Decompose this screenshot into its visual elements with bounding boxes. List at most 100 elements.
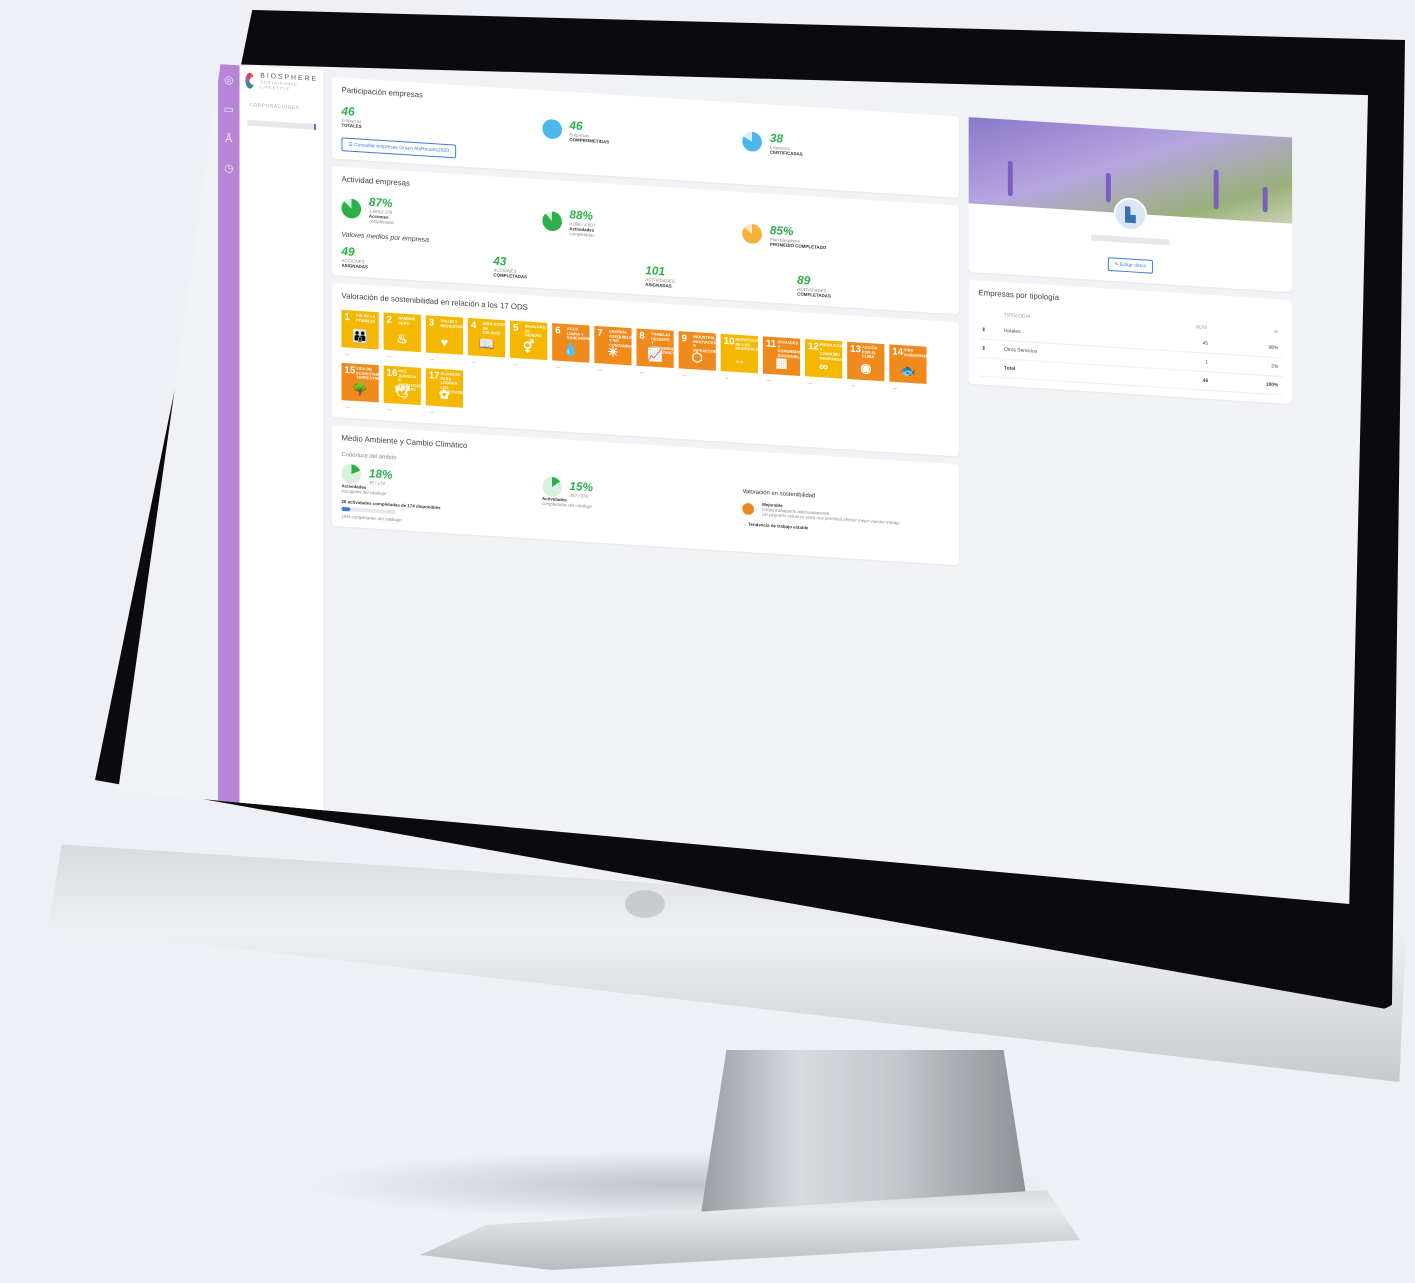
ods-name: ACCIÓN POR EL CLIMA <box>861 344 878 360</box>
ods-tile-2-badge: 2 HAMBRE CERO ♨ <box>383 312 421 353</box>
ods-tile-10[interactable]: 10 REDUCCIÓN DE LAS DESIGUALDADES ⇔ → <box>720 333 770 383</box>
progress-bar-fill <box>341 506 351 512</box>
ods-tile-5-badge: 5 IGUALDAD DE GÉNERO ⚥ <box>510 320 548 361</box>
ods-tile-4-badge: 4 EDUCACIÓN DE CALIDAD 📖 <box>467 317 507 358</box>
clock-icon[interactable]: ◷ <box>223 162 235 174</box>
ods-9-icon: ⬡ <box>691 349 703 365</box>
ods-tile-13[interactable]: 13 ACCIÓN POR EL CLIMA ◉ → <box>847 341 885 391</box>
ods-tile-15-badge: 15 VIDA DE ECOSISTEMAS TERRESTRES 🌳 <box>341 362 385 403</box>
icon-rail: ◎ ▭ Å ◷ ⚙ <box>218 64 240 840</box>
ods-number: 5 <box>512 322 519 334</box>
ods-number: 16 <box>386 367 398 380</box>
ods-6-icon: 💧 <box>562 341 579 358</box>
ods-15-icon: 🌳 <box>352 381 369 397</box>
ods-number: 14 <box>892 346 904 358</box>
kpi-comprometidas: 46 Empresas COMPROMETIDAS <box>541 117 743 153</box>
acciones-pie <box>341 197 362 219</box>
ods-tile-1[interactable]: 1 FIN DE LA POBREZA 👪 → <box>341 309 379 359</box>
ods-tile-16-badge: 16 PAZ, JUSTICIA E INSTITUCIONES SÓLIDAS 🕊 <box>383 365 429 406</box>
ods-name: REDUCCIÓN DE LAS DESIGUALDADES <box>735 336 770 353</box>
tipologia-table: TIPOLOGÍA NÚM. % ▮ Hoteles 45 98% ▮ Otro… <box>978 307 1283 396</box>
ods-number: 3 <box>428 317 435 329</box>
ods-name: VIDA DE ECOSISTEMAS TERRESTRES <box>356 365 385 382</box>
main-column: Participación empresas 46 Empresas TOTAL… <box>331 77 959 573</box>
ods-5-icon: ⚥ <box>522 338 535 355</box>
edit-data-button[interactable]: ✎ Editar datos <box>1107 257 1154 274</box>
ods-1-icon: 👪 <box>352 328 369 344</box>
biosphere-logo-icon <box>245 72 255 89</box>
ods-tile-16[interactable]: 16 PAZ, JUSTICIA E INSTITUCIONES SÓLIDAS 🕊… <box>383 365 429 414</box>
monitor-screen: ◎ ▭ Å ◷ ⚙ BIOSPHERE SUSTAINABLE LIFESTYL… <box>118 64 1368 904</box>
user-icon[interactable]: Å <box>223 133 235 145</box>
ods-number: 15 <box>344 364 356 377</box>
monitor-logo <box>625 890 665 918</box>
ods-2-icon: ♨ <box>396 331 408 347</box>
ods-tile-6-badge: 6 AGUA LIMPIA Y SANEAMIENTO 💧 <box>552 323 596 363</box>
ods-name: AGUA LIMPIA Y SANEAMIENTO <box>566 326 596 342</box>
ods-name: SALUD Y BIENESTAR <box>440 318 463 329</box>
ods-tile-12-badge: 12 PRODUCCIÓN Y CONSUMO RESPONSABLES ∞ <box>805 339 852 379</box>
ods-number: 1 <box>344 312 350 324</box>
ods-tile-2[interactable]: 2 HAMBRE CERO ♨ → <box>383 312 421 362</box>
home-icon[interactable]: ◎ <box>223 74 235 86</box>
cobertura-escogidas: 18% 35 / 174 Actividades escogidas del c… <box>341 463 542 531</box>
ods-name: FIN DE LA POBREZA <box>356 312 376 324</box>
kpi-totales-sub: TOTALES <box>341 122 362 129</box>
ods-number: 2 <box>386 314 393 326</box>
progress-bar <box>341 506 396 515</box>
ods-8-icon: 📈 <box>647 346 664 363</box>
tipologia-card: Empresas por tipología TIPOLOGÍA NÚM. % … <box>968 279 1293 405</box>
nav-section-title: CORPORACIONES <box>249 102 300 112</box>
ods-name: VIDA SUBMARINA <box>904 347 928 359</box>
ods-tile-3[interactable]: 3 SALUD Y BIENESTAR ♥ → <box>425 315 463 364</box>
ods-tile-17[interactable]: 17 ALIANZAS PARA LOGRAR LOS OBJETIVOS ✿ → <box>425 368 463 417</box>
avg-actividades-completadas: 89 ACTIVIDADES COMPLETADAS <box>797 272 831 299</box>
ods-tile-4[interactable]: 4 EDUCACIÓN DE CALIDAD 📖 → <box>467 317 507 367</box>
kpi-certificadas-sub: CERTIFICADAS <box>769 149 803 157</box>
certificadas-pie <box>742 131 763 153</box>
ods-number: 7 <box>597 327 603 340</box>
escogidas-pie <box>341 463 362 485</box>
actividades-pie <box>541 210 562 232</box>
ods-tile-9-badge: 9 INDUSTRIA, INNOVACIÓN E INFRAESTRUCTURA… <box>678 331 732 371</box>
avg-acciones-asignadas: 49 ACCIONES ASIGNADAS <box>341 244 368 270</box>
ods-tile-8[interactable]: 8 TRABAJO DECENTE Y CRECIMIENTO ECONÓMICO… <box>636 328 679 377</box>
ods-tile-17-badge: 17 ALIANZAS PARA LOGRAR LOS OBJETIVOS ✿ <box>425 368 463 408</box>
consultar-empresas-button[interactable]: ☰ Consultar empresas Grupo AbiResorts202… <box>341 137 456 159</box>
help-icon[interactable]: ⚙ <box>220 814 237 832</box>
ods-tile-14[interactable]: 14 VIDA SUBMARINA 🐟 → <box>889 344 928 393</box>
ods-tile-7[interactable]: 7 ENERGÍA ASEQUIBLE Y NO CONTAMINANTE ☀ → <box>594 325 641 375</box>
ods-number: 10 <box>723 335 735 348</box>
ods-number: 11 <box>765 338 777 350</box>
ods-tile-6[interactable]: 6 AGUA LIMPIA Y SANEAMIENTO 💧 → <box>552 323 596 372</box>
kpi-certificadas: 38 Empresas CERTIFICADAS <box>742 129 943 165</box>
ods-tile-8-badge: 8 TRABAJO DECENTE Y CRECIMIENTO ECONÓMICO… <box>636 328 679 369</box>
ods-11-icon: ▦ <box>775 354 788 371</box>
ods-number: 8 <box>639 330 645 342</box>
progress-sub: 16% completadas del catálogo <box>341 513 402 523</box>
avg-acciones-completadas: 43 ACCIONES COMPLETADAS <box>493 253 528 280</box>
ods-10-icon: ⇔ <box>732 353 746 369</box>
building-icon[interactable]: ▭ <box>223 104 235 116</box>
ods-tile-5[interactable]: 5 IGUALDAD DE GÉNERO ⚥ → <box>510 320 548 370</box>
ods-tile-13-badge: 13 ACCIÓN POR EL CLIMA ◉ <box>847 341 885 382</box>
ods-4-icon: 📖 <box>478 336 495 352</box>
ods-tile-12[interactable]: 12 PRODUCCIÓN Y CONSUMO RESPONSABLES ∞ → <box>805 339 852 388</box>
ods-name: EDUCACIÓN DE CALIDAD <box>482 320 507 336</box>
comprometidas-pie <box>541 118 562 140</box>
bar-chart-icon: ▮ <box>978 338 1001 359</box>
avg-actividades-asignadas: 101 ACTIVIDADES ASIGNADAS <box>645 263 675 289</box>
right-column: ▙ ✎ Editar datos Empresas por tipología … <box>968 117 1293 412</box>
ods-tile-7-badge: 7 ENERGÍA ASEQUIBLE Y NO CONTAMINANTE ☀ <box>594 325 641 366</box>
ods-tile-1-badge: 1 FIN DE LA POBREZA 👪 <box>341 309 379 350</box>
kpi-actividades-sub: completadas <box>569 231 595 238</box>
status-dot-icon <box>742 502 755 515</box>
completadas-pie <box>541 476 562 498</box>
kpi-plan: 85% Plan Biosphere PROMEDIO COMPLETADO <box>742 221 943 257</box>
ods-tile-9[interactable]: 9 INDUSTRIA, INNOVACIÓN E INFRAESTRUCTURA… <box>678 331 732 380</box>
ods-tile-11[interactable]: 11 CIUDADES Y COMUNIDADES SOSTENIBLES ▦ → <box>762 336 807 385</box>
ods-3-icon: ♥ <box>440 334 449 350</box>
nav-item-corporation[interactable] <box>247 119 316 130</box>
ods-tile-15[interactable]: 15 VIDA DE ECOSISTEMAS TERRESTRES 🌳 → <box>341 362 385 412</box>
ods-16-icon: 🕊 <box>394 383 411 400</box>
